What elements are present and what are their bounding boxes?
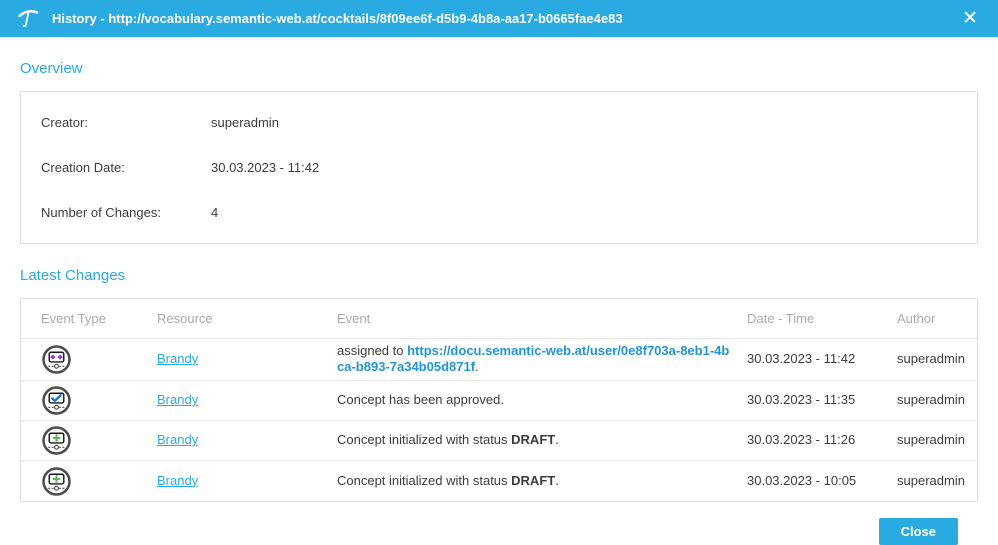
overview-heading: Overview — [20, 60, 83, 77]
table-header-row: Event Type Resource Event Date - Time Au… — [21, 299, 977, 338]
author-cell: superadmin — [889, 337, 977, 381]
column-header-date-time: Date - Time — [747, 310, 815, 326]
field-value: 4 — [211, 205, 219, 220]
overview-field-creator: Creator: superadmin — [21, 100, 977, 145]
latest-changes-panel: Event Type Resource Event Date - Time Au… — [20, 298, 978, 502]
table-row: Brandy Concept initialized with status D… — [21, 420, 977, 461]
concept-initialized-icon — [42, 466, 71, 496]
table-row: Brandy assigned to https://docu.semantic… — [21, 337, 977, 381]
author-cell: superadmin — [889, 460, 977, 501]
event-text-suffix: . — [555, 472, 559, 488]
concept-assigned-user-icon — [42, 345, 71, 374]
dialog-footer: Close — [20, 502, 978, 545]
concept-initialized-icon — [42, 426, 71, 456]
resource-link[interactable]: Brandy — [157, 392, 198, 407]
event-text-prefix: Concept initialized with status — [337, 432, 512, 448]
event-status-text: DRAFT — [511, 432, 556, 448]
close-icon[interactable]: ✕ — [958, 7, 982, 30]
latest-changes-table: Event Type Resource Event Date - Time Au… — [21, 299, 977, 501]
event-text-suffix: . — [475, 359, 479, 375]
event-text: Concept initialized with status DRAFT. — [337, 473, 559, 490]
event-text-suffix: . — [555, 432, 559, 448]
author-cell: superadmin — [889, 380, 977, 421]
field-label: Creation Date: — [41, 160, 125, 175]
column-header-event-type: Event Type — [41, 310, 106, 326]
date-time-cell: 30.03.2023 - 11:42 — [739, 337, 889, 381]
column-header-resource: Resource — [157, 310, 213, 326]
table-row: Brandy Concept has been approved. 30.03.… — [21, 380, 977, 421]
column-header-author: Author — [897, 310, 936, 326]
cocktail-umbrella-logo-icon — [18, 9, 39, 27]
event-text: Concept initialized with status DRAFT. — [337, 432, 559, 449]
resource-link[interactable]: Brandy — [157, 351, 198, 366]
close-button[interactable]: Close — [878, 517, 958, 545]
date-time-cell: 30.03.2023 - 11:26 — [739, 420, 889, 461]
field-label: Number of Changes: — [41, 205, 161, 220]
resource-link[interactable]: Brandy — [157, 473, 198, 488]
overview-field-creation-date: Creation Date: 30.03.2023 - 11:42 — [21, 145, 977, 190]
table-row: Brandy Concept initialized with status D… — [21, 460, 977, 501]
overview-panel: Creator: superadmin Creation Date: 30.03… — [20, 91, 978, 244]
latest-changes-heading: Latest Changes — [20, 267, 126, 284]
field-value: superadmin — [211, 115, 279, 130]
dialog-body: Overview Creator: superadmin Creation Da… — [0, 60, 998, 545]
author-cell: superadmin — [889, 420, 977, 461]
column-header-event: Event — [337, 310, 371, 326]
date-time-cell: 30.03.2023 - 10:05 — [739, 460, 889, 501]
event-text-prefix: assigned to — [337, 342, 408, 358]
field-value: 30.03.2023 - 11:42 — [211, 160, 320, 175]
concept-approved-icon — [42, 386, 71, 416]
resource-link[interactable]: Brandy — [157, 432, 198, 447]
date-time-cell: 30.03.2023 - 11:35 — [739, 380, 889, 421]
field-label: Creator: — [41, 115, 88, 130]
dialog-title: History - http://vocabulary.semantic-web… — [52, 11, 623, 26]
event-text: assigned to https://docu.semantic-web.at… — [337, 343, 731, 377]
event-text-prefix: Concept has been approved. — [337, 392, 504, 408]
event-status-text: DRAFT — [511, 472, 556, 488]
event-text: Concept has been approved. — [337, 392, 504, 409]
dialog-titlebar: History - http://vocabulary.semantic-web… — [0, 0, 998, 37]
event-text-prefix: Concept initialized with status — [337, 472, 512, 488]
overview-field-number-of-changes: Number of Changes: 4 — [21, 190, 977, 235]
